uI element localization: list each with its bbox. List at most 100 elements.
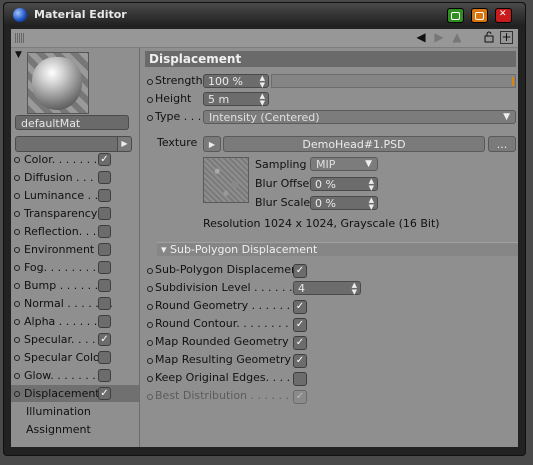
texture-file-button[interactable]: DemoHead#1.PSD: [223, 136, 485, 152]
channel-item[interactable]: Color. . . . . . . . ✓: [11, 151, 139, 168]
texture-thumbnail[interactable]: [203, 157, 249, 203]
channel-label: Specular Color: [24, 351, 105, 364]
animation-bullet-icon[interactable]: [14, 211, 20, 217]
animation-bullet-icon[interactable]: [147, 340, 153, 346]
subpoly-option-checkbox[interactable]: [293, 372, 307, 386]
height-input[interactable]: 5 m ▲ ▼: [203, 92, 269, 107]
animation-bullet-icon[interactable]: [147, 79, 153, 85]
subpoly-option-checkbox[interactable]: ✓: [293, 300, 307, 314]
sampling-dropdown[interactable]: MIP ▼: [310, 157, 378, 171]
channel-checkbox[interactable]: ✓: [98, 387, 111, 400]
animation-bullet-icon[interactable]: [147, 97, 153, 103]
animation-bullet-icon[interactable]: [14, 337, 20, 343]
channel-item[interactable]: Specular Color: [11, 349, 139, 366]
animation-bullet-icon[interactable]: [14, 229, 20, 235]
chevron-down-icon: ▼: [503, 112, 510, 122]
channel-item[interactable]: Luminance . . . .: [11, 187, 139, 204]
animation-bullet-icon[interactable]: [14, 265, 20, 271]
channel-checkbox[interactable]: [98, 369, 111, 382]
texture-menu-button[interactable]: ▶: [203, 136, 221, 152]
minimize-button[interactable]: [447, 8, 464, 23]
animation-bullet-icon[interactable]: [14, 247, 20, 253]
forward-arrow-icon[interactable]: ▶: [432, 30, 446, 44]
channel-label: Displacement: [24, 387, 100, 400]
animation-bullet-icon[interactable]: [14, 391, 20, 397]
maximize-button[interactable]: [471, 8, 488, 23]
animation-bullet-icon[interactable]: [147, 394, 153, 400]
new-window-icon[interactable]: +: [500, 31, 513, 44]
slider-handle[interactable]: [512, 77, 514, 86]
texture-browse-button[interactable]: ...: [488, 136, 516, 152]
back-arrow-icon[interactable]: ◀: [414, 30, 428, 44]
animation-bullet-icon[interactable]: [147, 304, 153, 310]
channel-checkbox[interactable]: [98, 315, 111, 328]
subpoly-option-checkbox[interactable]: ✓: [293, 318, 307, 332]
close-button[interactable]: ✕: [495, 8, 512, 23]
animation-bullet-icon[interactable]: [14, 373, 20, 379]
material-selector[interactable]: [15, 136, 118, 152]
subpoly-section-header[interactable]: ▾ Sub-Polygon Displacement: [157, 242, 518, 256]
channel-item[interactable]: Normal . . . . . . .: [11, 295, 139, 312]
channel-checkbox[interactable]: [98, 351, 111, 364]
channel-item[interactable]: Diffusion . . . . .: [11, 169, 139, 186]
subdivision-level-input[interactable]: 4 ▲ ▼: [293, 281, 361, 296]
material-name-field[interactable]: defaultMat: [15, 115, 129, 130]
animation-bullet-icon[interactable]: [14, 283, 20, 289]
preview-menu-icon[interactable]: ▼: [15, 50, 22, 60]
animation-bullet-icon[interactable]: [14, 301, 20, 307]
animation-bullet-icon[interactable]: [147, 286, 153, 292]
animation-bullet-icon[interactable]: [147, 358, 153, 364]
channel-checkbox[interactable]: ✓: [98, 153, 111, 166]
title-bar[interactable]: Material Editor ✕: [4, 3, 525, 27]
animation-bullet-icon[interactable]: [14, 157, 20, 163]
grip-handle-icon[interactable]: [15, 33, 25, 43]
animation-bullet-icon[interactable]: [14, 319, 20, 325]
height-label: Height: [155, 92, 192, 105]
blur-scale-input[interactable]: 0 % ▲ ▼: [310, 196, 378, 211]
strength-slider[interactable]: [271, 74, 516, 88]
channel-label: Color. . . . . . . .: [24, 153, 105, 166]
strength-input[interactable]: 100 % ▲ ▼: [203, 74, 269, 89]
channel-item[interactable]: Assignment: [11, 421, 139, 438]
channel-checkbox[interactable]: [98, 297, 111, 310]
spinner-icon: ▲ ▼: [351, 281, 357, 296]
channel-checkbox[interactable]: ✓: [98, 333, 111, 346]
material-selector-arrow-icon[interactable]: ▶: [117, 136, 132, 152]
subpoly-option-checkbox[interactable]: ✓: [293, 336, 307, 350]
channel-checkbox[interactable]: [98, 279, 111, 292]
channel-checkbox[interactable]: [98, 243, 111, 256]
animation-bullet-icon[interactable]: [14, 175, 20, 181]
channel-checkbox[interactable]: [98, 225, 111, 238]
blur-scale-label: Blur Scale: [255, 196, 311, 209]
channel-item[interactable]: Illumination: [11, 403, 139, 420]
animation-bullet-icon[interactable]: [147, 115, 153, 121]
texture-label: Texture: [157, 136, 198, 149]
animation-bullet-icon[interactable]: [147, 376, 153, 382]
channel-checkbox[interactable]: [98, 189, 111, 202]
animation-bullet-icon[interactable]: [14, 193, 20, 199]
channel-item[interactable]: Reflection. . . . .: [11, 223, 139, 240]
channel-checkbox[interactable]: [98, 207, 111, 220]
channel-item[interactable]: Displacement ✓: [11, 385, 139, 402]
channel-item[interactable]: Environment: [11, 241, 139, 258]
animation-bullet-icon[interactable]: [14, 355, 20, 361]
channel-item[interactable]: Bump . . . . . . . .: [11, 277, 139, 294]
channel-item[interactable]: Glow. . . . . . . . .: [11, 367, 139, 384]
channel-item[interactable]: Fog. . . . . . . . . .: [11, 259, 139, 276]
up-arrow-icon[interactable]: ▲: [450, 30, 464, 44]
material-preview[interactable]: [27, 52, 89, 114]
subpoly-option-checkbox[interactable]: ✓: [293, 264, 307, 278]
channel-label: Diffusion . . . . .: [24, 171, 108, 184]
animation-bullet-icon[interactable]: [147, 268, 153, 274]
channel-item[interactable]: Transparency: [11, 205, 139, 222]
animation-bullet-icon[interactable]: [147, 322, 153, 328]
channel-item[interactable]: Specular. . . . . . ✓: [11, 331, 139, 348]
subpoly-option-checkbox[interactable]: ✓: [293, 390, 307, 404]
blur-offset-input[interactable]: 0 % ▲ ▼: [310, 177, 378, 192]
channel-checkbox[interactable]: [98, 171, 111, 184]
type-dropdown[interactable]: Intensity (Centered) ▼: [203, 110, 516, 124]
lock-icon[interactable]: [482, 30, 496, 44]
subpoly-option-checkbox[interactable]: ✓: [293, 354, 307, 368]
channel-item[interactable]: Alpha . . . . . . . .: [11, 313, 139, 330]
channel-checkbox[interactable]: [98, 261, 111, 274]
